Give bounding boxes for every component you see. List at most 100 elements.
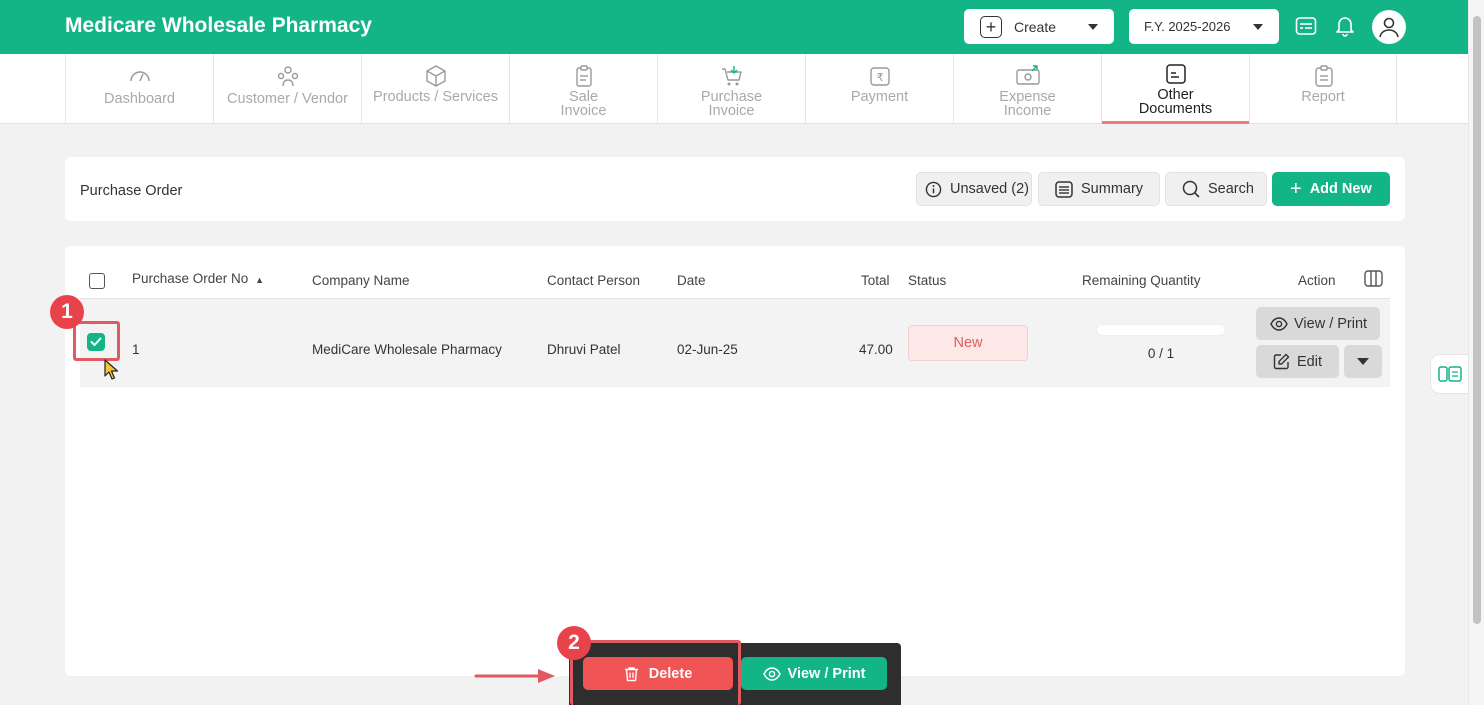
annotation-arrow-icon bbox=[474, 669, 555, 683]
page-scrollbar[interactable] bbox=[1468, 0, 1484, 705]
tab-label: Customer / Vendor bbox=[227, 91, 348, 107]
search-icon bbox=[1182, 180, 1200, 198]
contact-cell: Dhruvi Patel bbox=[547, 342, 621, 357]
tab-label-line1: Purchase bbox=[700, 89, 763, 105]
tab-label-line1: Expense bbox=[999, 89, 1056, 105]
search-button[interactable]: Search bbox=[1165, 172, 1267, 206]
chevron-down-icon bbox=[1088, 24, 1098, 30]
row-select-checkbox[interactable] bbox=[87, 333, 105, 351]
column-header-action: Action bbox=[1298, 273, 1336, 288]
column-header-date: Date bbox=[677, 273, 706, 288]
page-title: Purchase Order bbox=[80, 183, 183, 199]
brand-name: Medicare Wholesale Pharmacy bbox=[65, 14, 372, 37]
users-icon bbox=[277, 66, 299, 87]
user-avatar[interactable] bbox=[1372, 10, 1406, 44]
financial-year-dropdown[interactable]: F.Y. 2025-2026 bbox=[1129, 9, 1279, 44]
column-label: Purchase Order No bbox=[132, 271, 249, 286]
summary-label: Summary bbox=[1081, 181, 1144, 197]
main-nav-tabs: Dashboard Customer / Vendor Products / S… bbox=[0, 54, 1468, 124]
tab-label-line2: Invoice bbox=[560, 103, 607, 119]
list-icon bbox=[1055, 180, 1073, 198]
company-cell: MediCare Wholesale Pharmacy bbox=[312, 342, 502, 357]
create-label: Create bbox=[1014, 18, 1057, 35]
chevron-down-icon bbox=[1253, 24, 1263, 30]
po-no-cell: 1 bbox=[132, 342, 140, 357]
rupee-note-icon: ₹ bbox=[870, 67, 890, 86]
bulk-view-print-button[interactable]: View / Print bbox=[741, 657, 887, 690]
expense-icon bbox=[1016, 65, 1040, 85]
tab-label: Report bbox=[1301, 89, 1345, 105]
unsaved-button[interactable]: Unsaved (2) bbox=[916, 172, 1032, 206]
eye-icon bbox=[1270, 316, 1288, 331]
create-dropdown[interactable]: + Create bbox=[964, 9, 1114, 44]
sort-asc-icon: ▲ bbox=[255, 275, 264, 285]
tab-other-documents[interactable]: Other Documents bbox=[1101, 54, 1249, 124]
tab-label-line1: Other bbox=[1157, 87, 1194, 103]
scrollbar-thumb[interactable] bbox=[1473, 16, 1481, 624]
unsaved-label: Unsaved (2) bbox=[950, 181, 1029, 197]
document-list-icon bbox=[1437, 366, 1462, 382]
column-header-po-no[interactable]: Purchase Order No ▲ bbox=[132, 271, 264, 286]
side-panel-toggle[interactable] bbox=[1430, 354, 1468, 394]
svg-text:₹: ₹ bbox=[877, 71, 884, 84]
row-edit-button[interactable]: Edit bbox=[1256, 345, 1339, 378]
tab-label-line2: Income bbox=[1003, 103, 1052, 119]
view-print-label: View / Print bbox=[787, 665, 866, 682]
edit-label: Edit bbox=[1297, 353, 1322, 370]
bell-icon[interactable] bbox=[1333, 14, 1357, 38]
cart-icon bbox=[722, 66, 742, 86]
tab-purchase-invoice[interactable]: Purchase Invoice bbox=[657, 54, 805, 124]
remaining-quantity-bar bbox=[1096, 324, 1226, 336]
date-cell: 02-Jun-25 bbox=[677, 342, 738, 357]
tab-expense-income[interactable]: Expense Income bbox=[953, 54, 1101, 124]
chevron-down-icon bbox=[1357, 358, 1369, 365]
search-label: Search bbox=[1208, 181, 1254, 197]
plus-icon: + bbox=[1290, 178, 1302, 200]
plus-icon: + bbox=[980, 15, 1002, 38]
column-header-remaining-quantity: Remaining Quantity bbox=[1082, 273, 1201, 288]
gauge-icon bbox=[130, 71, 150, 82]
select-all-checkbox[interactable] bbox=[89, 273, 105, 289]
tab-payment[interactable]: ₹ Payment bbox=[805, 54, 953, 124]
table-row[interactable]: 1 MediCare Wholesale Pharmacy Dhruvi Pat… bbox=[80, 299, 1390, 387]
report-icon bbox=[1315, 65, 1333, 87]
view-print-label: View / Print bbox=[1294, 315, 1368, 332]
column-header-company: Company Name bbox=[312, 273, 410, 288]
info-icon bbox=[925, 181, 942, 198]
clipboard-icon bbox=[576, 65, 592, 87]
edit-icon bbox=[1273, 353, 1290, 370]
financial-year-label: F.Y. 2025-2026 bbox=[1144, 19, 1231, 34]
annotation-highlight-delete bbox=[570, 640, 741, 705]
remaining-quantity-text: 0 / 1 bbox=[1147, 346, 1175, 361]
column-header-status: Status bbox=[908, 273, 947, 288]
box-icon bbox=[426, 65, 446, 87]
document-icon bbox=[1166, 64, 1186, 84]
mouse-cursor-icon bbox=[104, 359, 119, 380]
add-new-label: Add New bbox=[1309, 181, 1372, 197]
tab-dashboard[interactable]: Dashboard bbox=[65, 54, 213, 124]
tab-label: Products / Services bbox=[373, 89, 498, 105]
check-icon bbox=[90, 337, 102, 346]
tab-customer-vendor[interactable]: Customer / Vendor bbox=[213, 54, 361, 124]
tab-report[interactable]: Report bbox=[1249, 54, 1397, 124]
tab-label-line2: Invoice bbox=[708, 103, 755, 119]
purchase-order-table: Purchase Order No ▲ Company Name Contact… bbox=[65, 246, 1405, 676]
column-settings-icon[interactable] bbox=[1364, 270, 1383, 292]
row-more-actions-button[interactable] bbox=[1344, 345, 1382, 378]
tab-label: Dashboard bbox=[104, 91, 175, 107]
annotation-step-1: 1 bbox=[50, 295, 84, 329]
status-badge: New bbox=[908, 325, 1028, 361]
tab-label: Payment bbox=[850, 89, 909, 105]
column-header-total: Total bbox=[861, 273, 890, 288]
eye-icon bbox=[762, 666, 781, 681]
column-header-contact: Contact Person bbox=[547, 273, 641, 288]
row-view-print-button[interactable]: View / Print bbox=[1256, 307, 1380, 340]
page-toolbar: Purchase Order Unsaved (2) Summary Searc… bbox=[65, 157, 1405, 221]
tab-label-line2: Documents bbox=[1138, 101, 1213, 117]
tab-products-services[interactable]: Products / Services bbox=[361, 54, 509, 124]
summary-button[interactable]: Summary bbox=[1038, 172, 1160, 206]
keyboard-shortcuts-icon[interactable] bbox=[1294, 14, 1318, 38]
annotation-step-2: 2 bbox=[557, 626, 591, 660]
add-new-button[interactable]: + Add New bbox=[1272, 172, 1390, 206]
tab-sale-invoice[interactable]: Sale Invoice bbox=[509, 54, 657, 124]
